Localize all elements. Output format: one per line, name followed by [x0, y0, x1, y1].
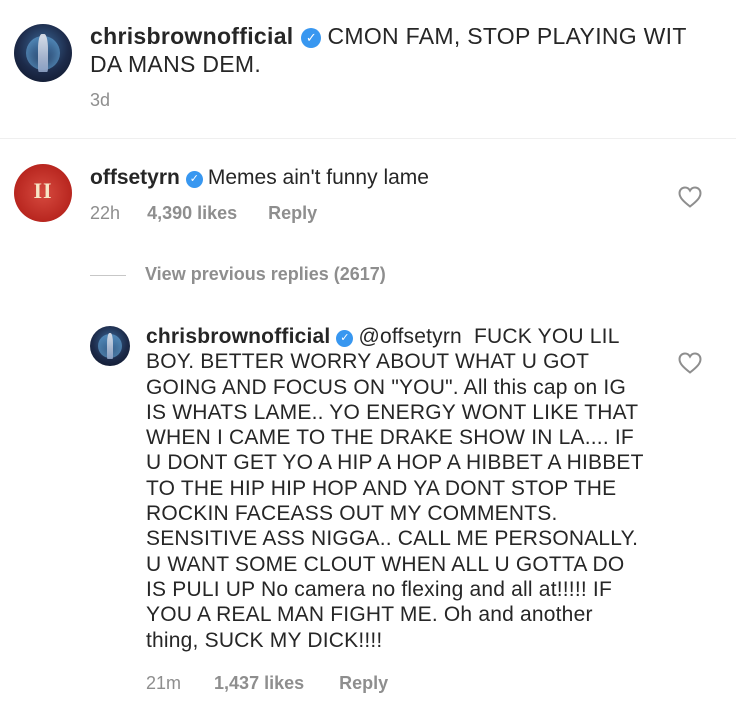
verified-badge-icon: ✓: [336, 330, 354, 347]
reply-text: FUCK YOU LIL BOY. BETTER WORRY ABOUT WHA…: [146, 325, 644, 652]
divider: [0, 138, 736, 139]
comment-likes[interactable]: 4,390 likes: [147, 203, 237, 223]
reply-username[interactable]: chrisbrownofficial: [146, 325, 330, 348]
verified-badge-icon: ✓: [301, 28, 322, 48]
avatar-figure: [38, 34, 48, 72]
reply-time: 21m: [146, 673, 182, 693]
verified-badge-icon: ✓: [185, 171, 203, 188]
like-button[interactable]: [678, 352, 702, 379]
heart-outline-icon: [678, 352, 702, 374]
comment-meta: 22h 4,390 likes Reply: [90, 203, 317, 224]
like-button[interactable]: [678, 186, 702, 213]
reply-body: chrisbrownofficial ✓ @offsetyrn FUCK YOU L…: [146, 324, 646, 653]
post-caption: chrisbrownofficial ✓ CMON FAM, STOP PLAYIN…: [90, 22, 710, 78]
avatar[interactable]: [14, 24, 72, 82]
avatar-figure: [106, 333, 114, 359]
comment-text: Memes ain't funny lame: [207, 166, 429, 189]
comment-username[interactable]: offsetyrn: [90, 166, 180, 189]
avatar-logo: II: [33, 177, 53, 203]
avatar[interactable]: [90, 326, 130, 366]
reply-mention[interactable]: @offsetyrn: [358, 325, 461, 348]
post-username[interactable]: chrisbrownofficial: [90, 23, 293, 49]
comment-reply-button[interactable]: Reply: [268, 203, 317, 223]
replies-line: [90, 275, 126, 276]
comment-time: 22h: [90, 203, 121, 223]
view-previous-replies[interactable]: View previous replies (2617): [145, 264, 386, 285]
heart-outline-icon: [678, 186, 702, 208]
avatar[interactable]: II: [14, 164, 72, 222]
comment-body: offsetyrn ✓ Memes ain't funny lame: [90, 164, 650, 192]
post-time: 3d: [90, 90, 111, 110]
reply-reply-button[interactable]: Reply: [339, 673, 388, 693]
reply-likes[interactable]: 1,437 likes: [214, 673, 304, 693]
reply-meta: 21m 1,437 likes Reply: [146, 673, 388, 694]
